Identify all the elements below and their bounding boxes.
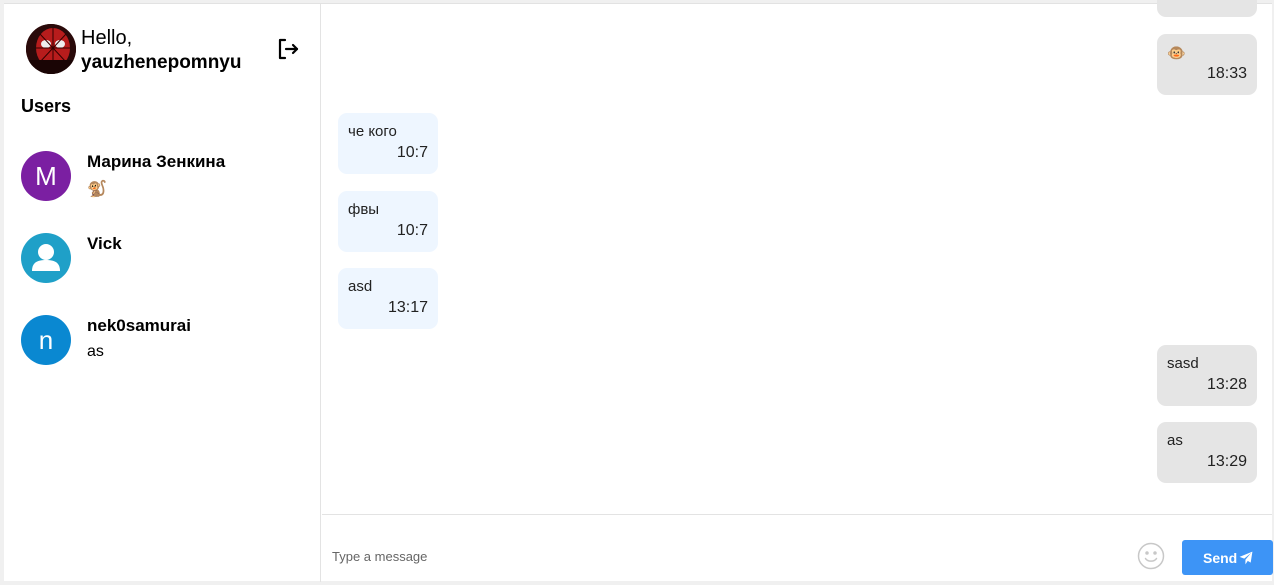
user-avatar: n [21, 315, 71, 365]
message-time: 10:7 [396, 222, 428, 239]
profile-avatar [26, 24, 76, 74]
message-bubble-outgoing: sasd 13:28 [1157, 345, 1257, 406]
smiley-icon[interactable] [1136, 541, 1166, 571]
paper-plane-icon [1239, 551, 1253, 565]
user-name: Марина Зенкина [87, 152, 226, 171]
message-time: 18:33 [1206, 65, 1247, 82]
chat-panel: 🐵 18:33 че кого 10:7 фвы 10:7 asd 13:17 … [322, 0, 1273, 582]
send-label: Send [1203, 550, 1238, 566]
message-text: sasd [1167, 355, 1199, 372]
message-text: че кого [348, 123, 397, 140]
greeting-text: Hello, [81, 27, 133, 49]
message-bubble-outgoing: as 13:29 [1157, 422, 1257, 483]
message-text: as [1167, 432, 1183, 449]
sidebar: Hello, yauzhenepomnyu Users М Марина Зен… [4, 4, 321, 582]
message-composer: Send [322, 514, 1273, 582]
chat-app: Hello, yauzhenepomnyu Users М Марина Зен… [4, 0, 1273, 582]
message-bubble-outgoing [1157, 0, 1257, 17]
logout-icon[interactable] [276, 37, 300, 61]
message-input[interactable] [332, 545, 1112, 567]
user-avatar: М [21, 151, 71, 201]
message-bubble-incoming: фвы 10:7 [338, 191, 438, 252]
users-heading: Users [21, 96, 72, 116]
user-item-vick[interactable]: Vick [4, 233, 320, 305]
user-name: Vick [87, 234, 122, 253]
person-icon [21, 233, 71, 283]
message-text: asd [348, 278, 373, 295]
message-time: 13:29 [1206, 453, 1247, 470]
message-bubble-outgoing: 🐵 18:33 [1157, 34, 1257, 95]
send-button[interactable]: Send [1182, 540, 1273, 575]
message-bubble-incoming: asd 13:17 [338, 268, 438, 329]
current-username: yauzhenepomnyu [81, 52, 242, 73]
message-time: 13:17 [387, 299, 428, 316]
message-text: фвы [348, 201, 380, 218]
user-last-message: 🐒 [87, 181, 107, 198]
user-item-nek0samurai[interactable]: n nek0samurai as [4, 315, 320, 387]
message-bubble-incoming: че кого 10:7 [338, 113, 438, 174]
message-text: 🐵 [1167, 45, 1186, 62]
message-time: 10:7 [396, 144, 428, 161]
message-time: 13:28 [1206, 376, 1247, 393]
user-last-message: as [87, 343, 104, 360]
user-name: nek0samurai [87, 316, 191, 335]
user-item-marina[interactable]: М Марина Зенкина 🐒 [4, 151, 320, 223]
